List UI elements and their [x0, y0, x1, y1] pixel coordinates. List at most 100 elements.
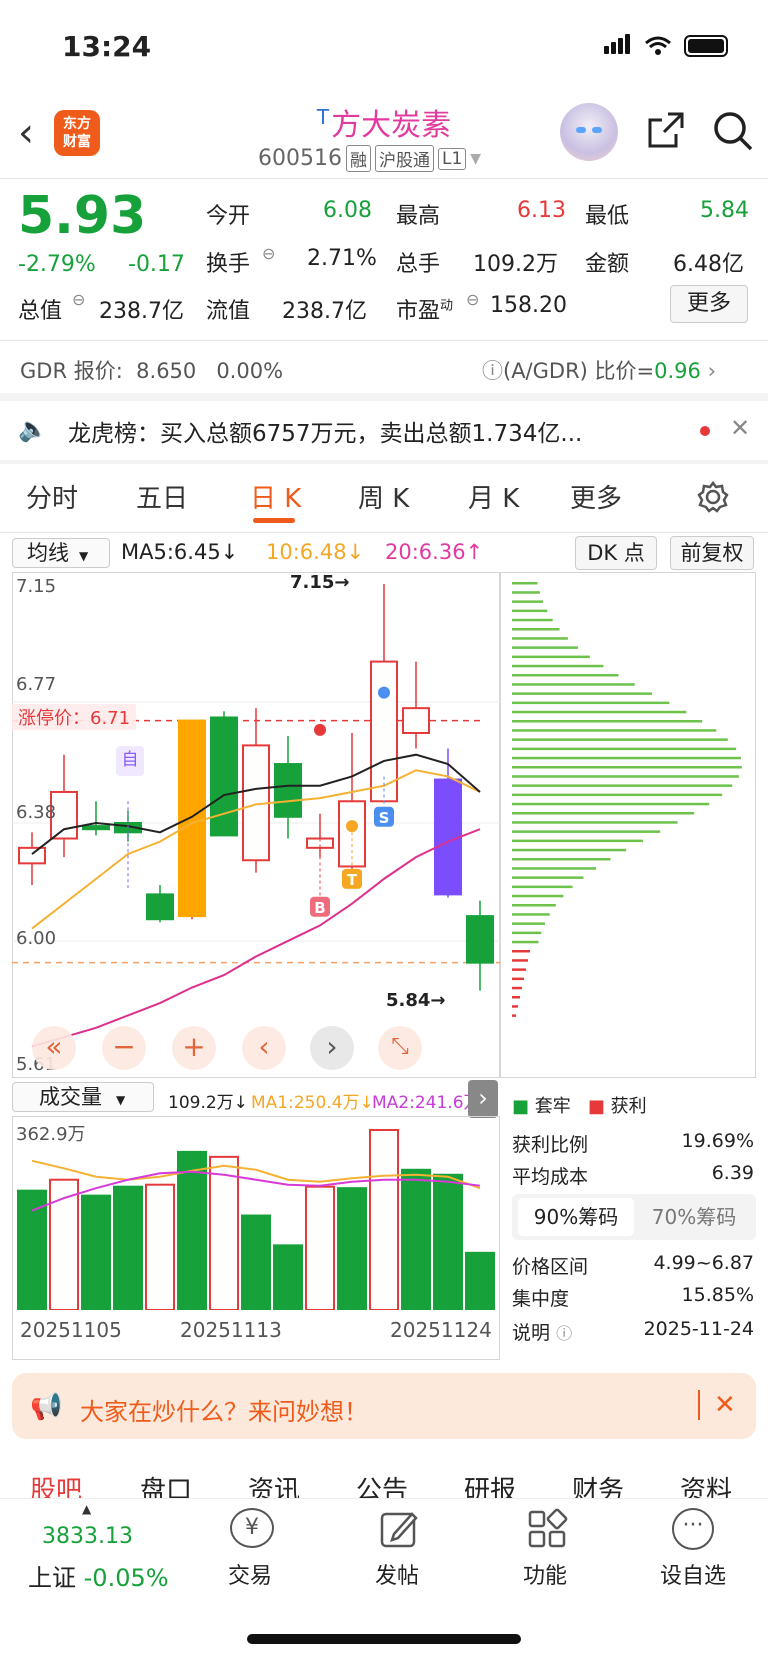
- chip-bar: [512, 591, 540, 594]
- tab-daily[interactable]: 日 K: [250, 478, 301, 515]
- chip-bar: [512, 968, 526, 971]
- chip-bar: [512, 894, 564, 898]
- avg-cost-label: 平均成本: [512, 1166, 589, 1188]
- more-button[interactable]: 更多: [670, 285, 748, 323]
- scroll-start-button[interactable]: «: [32, 1026, 76, 1070]
- chip-bar: [512, 977, 524, 981]
- tab-chip-90[interactable]: 90%筹码: [518, 1198, 634, 1236]
- indicator-select[interactable]: 均线 ▼: [12, 538, 110, 568]
- tag-connect: 沪股通: [374, 145, 434, 172]
- search-icon[interactable]: [712, 110, 754, 152]
- chip-bar: [512, 646, 579, 649]
- y-tick: 6.00: [16, 928, 57, 949]
- settings-icon[interactable]: [696, 480, 730, 514]
- next-button[interactable]: ›: [310, 1026, 354, 1070]
- chip-bar: [512, 839, 643, 843]
- mktcap-label: 总值: [18, 299, 63, 324]
- info-icon[interactable]: ⊖: [466, 290, 479, 309]
- chip-bar: [512, 802, 710, 806]
- chip-bar: [512, 628, 560, 631]
- promo-text[interactable]: 大家在炒什么？来问妙想！: [80, 1392, 368, 1427]
- chip-bar: [512, 775, 739, 778]
- candle: [434, 778, 462, 896]
- candle: [82, 825, 110, 831]
- auto-marker[interactable]: 自: [116, 746, 144, 776]
- chip-bar: [512, 618, 553, 622]
- fullscreen-icon[interactable]: ⤡: [378, 1026, 422, 1070]
- chip-bar: [512, 931, 542, 935]
- turnover-label: 换手: [206, 252, 251, 277]
- vol-value: 109.2万↓: [168, 1093, 248, 1113]
- home-indicator: [247, 1634, 521, 1644]
- function-icon[interactable]: [526, 1508, 568, 1550]
- chip-bar: [512, 793, 723, 797]
- amount-label: 金额: [585, 252, 630, 277]
- chip-bar: [512, 848, 627, 852]
- share-icon[interactable]: [646, 110, 686, 150]
- info-icon[interactable]: ⊖: [262, 244, 275, 263]
- dk-button[interactable]: DK 点: [575, 536, 657, 570]
- chip-bar: [512, 655, 590, 659]
- tab-monthly[interactable]: 月 K: [468, 478, 519, 515]
- high-value: 6.13: [517, 198, 566, 223]
- watchlist-label[interactable]: 设自选: [660, 1558, 726, 1590]
- function-label[interactable]: 功能: [523, 1558, 567, 1590]
- volume-bar: [113, 1185, 143, 1310]
- prev-button[interactable]: ‹: [242, 1026, 286, 1070]
- volume-bar: [465, 1251, 495, 1310]
- stock-code-row[interactable]: 600516 融 沪股通 L1 ▼: [258, 145, 481, 172]
- notice-text[interactable]: 龙虎榜：买入总额6757万元，卖出总额1.734亿...: [68, 414, 582, 448]
- tag-margin: 融: [345, 145, 371, 172]
- assistant-avatar[interactable]: [560, 103, 618, 161]
- chip-bar: [512, 784, 733, 787]
- tab-more[interactable]: 更多: [570, 478, 622, 515]
- volume-select[interactable]: 成交量 ▼: [12, 1082, 154, 1112]
- profit-ratio-value: 19.69%: [681, 1130, 754, 1152]
- range-value: 4.99~6.87: [653, 1252, 754, 1274]
- note-label[interactable]: 说明 ⓘ: [512, 1318, 572, 1345]
- post-icon[interactable]: [378, 1508, 420, 1550]
- open-value: 6.08: [323, 198, 372, 223]
- x-tick: 20251113: [180, 1318, 282, 1342]
- chip-bar: [512, 738, 728, 741]
- more-dots-icon[interactable]: ···: [672, 1508, 714, 1550]
- note-date: 2025-11-24: [643, 1318, 754, 1340]
- concentration-label: 集中度: [512, 1288, 570, 1310]
- tab-chip-70[interactable]: 70%筹码: [636, 1198, 752, 1236]
- chip-bar: [512, 922, 545, 925]
- tab-weekly[interactable]: 周 K: [358, 478, 409, 515]
- turnover-value: 2.71%: [307, 246, 377, 271]
- unread-dot: [700, 426, 710, 436]
- close-promo-icon[interactable]: ✕: [714, 1390, 736, 1420]
- concentration-value: 15.85%: [681, 1284, 754, 1306]
- gdr-ratio[interactable]: ⓘ(A/GDR) 比价=0.96 ›: [482, 355, 716, 385]
- x-tick: 20251105: [20, 1318, 122, 1342]
- expand-indicator-button[interactable]: ›: [468, 1080, 498, 1118]
- change-pct: -2.79%: [18, 252, 96, 277]
- adjust-button[interactable]: 前复权: [670, 536, 754, 570]
- range-label: 价格区间: [512, 1256, 589, 1278]
- volume-bar: [401, 1168, 431, 1310]
- index-row[interactable]: 上证 -0.05%: [28, 1558, 169, 1593]
- zoom-out-button[interactable]: −: [102, 1026, 146, 1070]
- tab-indicator: [253, 518, 295, 523]
- index-value[interactable]: 3833.13: [42, 1524, 133, 1549]
- gdr-row[interactable]: GDR 报价: 8.650 0.00%: [20, 355, 283, 385]
- close-notice-icon[interactable]: ✕: [730, 414, 750, 442]
- chip-bar: [512, 913, 550, 916]
- post-label[interactable]: 发帖: [375, 1558, 419, 1590]
- chip-bar: [512, 683, 635, 686]
- tab-intraday[interactable]: 分时: [26, 478, 78, 515]
- chip-legend: ■ 套牢 ■ 获利: [512, 1096, 647, 1117]
- high-label: 最高: [396, 204, 441, 229]
- info-icon[interactable]: ⊖: [72, 290, 85, 309]
- limit-up-label: 涨停价：6.71: [12, 704, 137, 730]
- trade-label[interactable]: 交易: [228, 1558, 272, 1590]
- trade-icon[interactable]: ¥: [230, 1508, 274, 1548]
- chip-bar: [512, 710, 687, 714]
- volume-bar: [273, 1244, 303, 1310]
- low-annotation: 5.84→: [386, 990, 446, 1011]
- tab-5day[interactable]: 五日: [136, 478, 188, 515]
- zoom-in-button[interactable]: +: [172, 1026, 216, 1070]
- volume-bar: [81, 1194, 111, 1310]
